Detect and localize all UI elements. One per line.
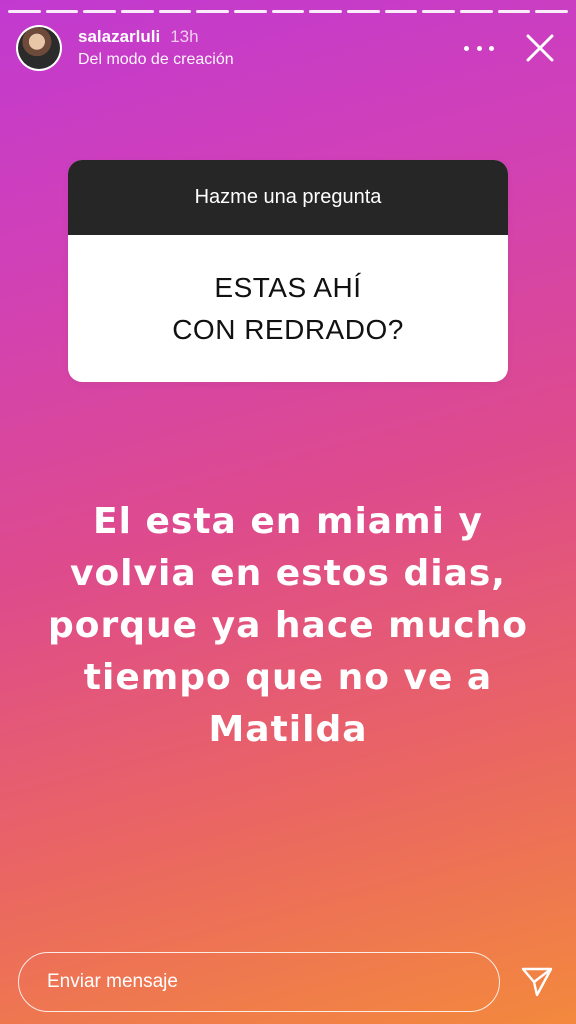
question-sticker-body: ESTAS AHÍ CON REDRADO? <box>68 235 508 382</box>
question-line: CON REDRADO? <box>172 313 404 345</box>
answer-line: volvia en estos dias, <box>69 553 506 594</box>
avatar[interactable] <box>16 25 62 71</box>
dot-icon <box>489 45 494 51</box>
answer-line: porque ya hace mucho <box>48 605 528 646</box>
progress-segment <box>234 10 267 13</box>
story-meta: salazarluli 13h Del modo de creación <box>78 27 234 69</box>
message-input[interactable]: Enviar mensaje <box>18 952 500 1012</box>
message-input-placeholder: Enviar mensaje <box>47 971 178 992</box>
progress-segment <box>45 10 79 13</box>
answer-text: El esta en miami y volvia en estos dias,… <box>20 496 556 756</box>
dot-icon <box>464 45 469 51</box>
answer-line: El esta en miami y <box>93 501 483 542</box>
progress-segment <box>497 10 531 13</box>
progress-segment <box>422 10 456 13</box>
progress-segment <box>535 10 569 13</box>
profile-photo <box>18 27 60 69</box>
send-icon[interactable] <box>520 964 554 998</box>
progress-segment <box>83 10 117 13</box>
story-source-label: Del modo de creación <box>78 51 234 68</box>
progress-segment <box>196 10 230 13</box>
progress-segment <box>271 10 305 13</box>
progress-segment <box>384 10 418 13</box>
progress-segment <box>158 10 192 13</box>
story-header: salazarluli 13h Del modo de creación <box>16 24 564 72</box>
progress-segment <box>347 10 380 13</box>
close-icon[interactable] <box>524 32 556 64</box>
question-sticker[interactable]: Hazme una pregunta ESTAS AHÍ CON REDRADO… <box>68 160 508 382</box>
answer-line: tiempo que no ve a <box>83 657 493 698</box>
username[interactable]: salazarluli <box>78 27 160 47</box>
progress-segment <box>121 10 154 13</box>
story-progress-bar <box>8 10 569 13</box>
progress-segment <box>309 10 343 13</box>
progress-segment <box>460 10 493 13</box>
question-line: ESTAS AHÍ <box>214 271 362 303</box>
user-line: salazarluli 13h <box>78 27 234 47</box>
progress-segment <box>8 10 41 13</box>
post-time: 13h <box>170 27 199 46</box>
answer-line: Matilda <box>208 709 368 750</box>
dot-icon <box>476 45 482 51</box>
more-options-icon[interactable] <box>464 38 494 58</box>
question-sticker-title: Hazme una pregunta <box>68 160 508 235</box>
